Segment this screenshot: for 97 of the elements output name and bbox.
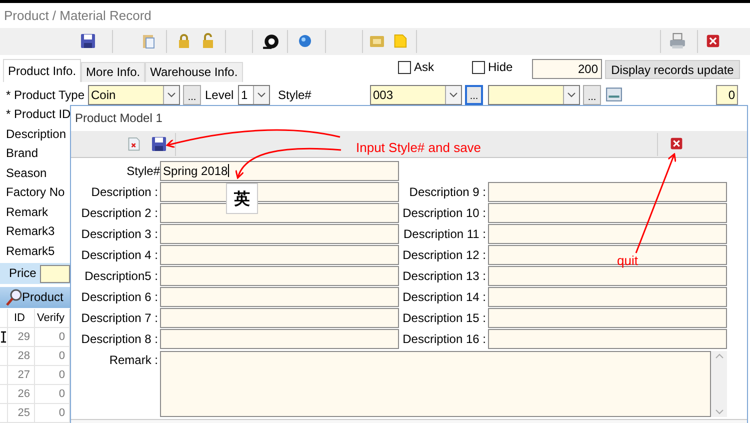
field-label: Remark5 — [5, 244, 56, 260]
ime-indicator: 英 — [226, 183, 258, 214]
field-label: Remark — [5, 204, 50, 220]
product-type-combo[interactable]: Coin — [88, 85, 180, 105]
remark-field[interactable] — [160, 351, 711, 417]
text-field[interactable] — [488, 287, 727, 307]
folder-icon[interactable] — [369, 33, 385, 49]
text-field[interactable] — [488, 224, 727, 244]
display-records-button[interactable]: Display records update — [605, 60, 740, 79]
dialog-title: Product Model 1 — [74, 110, 164, 127]
keyboard-icon[interactable] — [605, 86, 623, 103]
checkbox[interactable] — [472, 60, 485, 74]
table-cell: 29 — [8, 328, 35, 347]
clipboard-icon[interactable] — [140, 33, 156, 49]
field-label: Description 8 : — [80, 331, 159, 348]
field-label: Description 7 : — [80, 310, 159, 327]
dropdown-icon — [257, 92, 266, 98]
reel-icon[interactable] — [262, 33, 279, 50]
field-label: Description 4 : — [80, 247, 159, 264]
field-label: Description — [5, 126, 68, 142]
combo-field[interactable] — [488, 85, 580, 105]
magnifier-icon — [6, 288, 22, 306]
text-field[interactable] — [160, 224, 399, 244]
record-count-field[interactable]: 200 — [532, 59, 602, 79]
close-icon[interactable] — [670, 137, 683, 150]
field-label: Description 11 : — [402, 226, 487, 243]
tab[interactable]: More Info. — [81, 62, 146, 82]
style-input[interactable]: Spring 2018 — [160, 161, 399, 181]
field-label: Description 16 : — [402, 331, 487, 348]
field-label: Factory No — [5, 185, 66, 201]
count-field[interactable]: 0 — [716, 85, 738, 105]
text-field[interactable] — [160, 308, 399, 328]
ask-label: Ask — [414, 60, 434, 74]
field-label: Description 10 : — [402, 205, 487, 222]
field-label: Remark3 — [5, 224, 56, 240]
price-label: Price — [9, 266, 36, 281]
level-combo[interactable]: 1 — [238, 85, 270, 105]
dropdown-icon — [449, 92, 458, 98]
note-icon[interactable] — [393, 32, 407, 50]
scroll-down-icon[interactable] — [714, 409, 724, 415]
printer-icon[interactable] — [669, 32, 686, 50]
style-combo[interactable]: 003 — [370, 85, 462, 105]
save-icon[interactable] — [80, 33, 96, 49]
text-field[interactable] — [488, 266, 727, 286]
price-field[interactable] — [40, 264, 70, 282]
field-label: Brand — [5, 146, 40, 162]
field-label: Description 3 : — [80, 226, 159, 243]
checkbox[interactable] — [398, 60, 411, 74]
text-field[interactable] — [488, 308, 727, 328]
level-label: Level — [205, 88, 234, 102]
field-label: Season — [5, 166, 48, 182]
field-label: Description 2 : — [80, 205, 159, 222]
scrollbar[interactable] — [711, 351, 727, 417]
field-label: Description5 : — [84, 268, 159, 285]
field-label: Style# — [126, 163, 160, 180]
save-icon[interactable] — [151, 136, 167, 152]
tab[interactable]: Warehouse Info. — [145, 62, 243, 82]
field-label: Description 12 : — [402, 247, 487, 264]
field-label: Description 13 : — [402, 268, 487, 285]
table-cell: 26 — [8, 385, 35, 404]
cancel-icon[interactable] — [127, 136, 141, 152]
unlock-icon[interactable] — [200, 32, 216, 50]
field-label: Description : — [90, 184, 159, 201]
field-label: Description 14 : — [402, 289, 487, 306]
lock-icon[interactable] — [176, 32, 192, 50]
text-field[interactable] — [488, 182, 727, 202]
ellipsis-button[interactable]: ... — [465, 85, 483, 105]
globe-icon[interactable] — [297, 33, 313, 49]
ellipsis-button[interactable]: ... — [583, 85, 601, 105]
style-label: Style# — [278, 88, 312, 102]
text-field[interactable] — [160, 287, 399, 307]
table-cell: 27 — [8, 366, 35, 385]
dropdown-icon — [167, 92, 176, 98]
text-field[interactable] — [160, 245, 399, 265]
field-label: Remark : — [108, 352, 159, 369]
close-icon[interactable] — [706, 34, 720, 48]
text-field[interactable] — [488, 329, 727, 349]
hide-label: Hide — [488, 60, 513, 74]
column-header: ID — [8, 309, 35, 328]
panel-title: Product — [22, 290, 64, 305]
scroll-up-icon[interactable] — [714, 353, 724, 359]
annotation-text: quit — [617, 253, 638, 269]
field-label: Description 6 : — [80, 289, 159, 306]
text-field[interactable] — [488, 203, 727, 223]
text-field[interactable] — [160, 266, 399, 286]
tab[interactable]: Product Info. — [3, 59, 82, 82]
product-type-label: * Product Type — [6, 88, 84, 102]
field-label: Description 15 : — [402, 310, 487, 327]
text-field[interactable] — [160, 329, 399, 349]
window-title: Product / Material Record — [3, 7, 152, 25]
field-label: * Product ID — [5, 107, 70, 123]
dropdown-icon — [567, 92, 576, 98]
annotation-text: Input Style# and save — [356, 140, 482, 156]
table-cell: 28 — [8, 347, 35, 366]
field-label: Description 9 : — [408, 184, 487, 201]
ellipsis-button[interactable]: ... — [183, 85, 201, 105]
table-cell: 25 — [8, 404, 35, 423]
